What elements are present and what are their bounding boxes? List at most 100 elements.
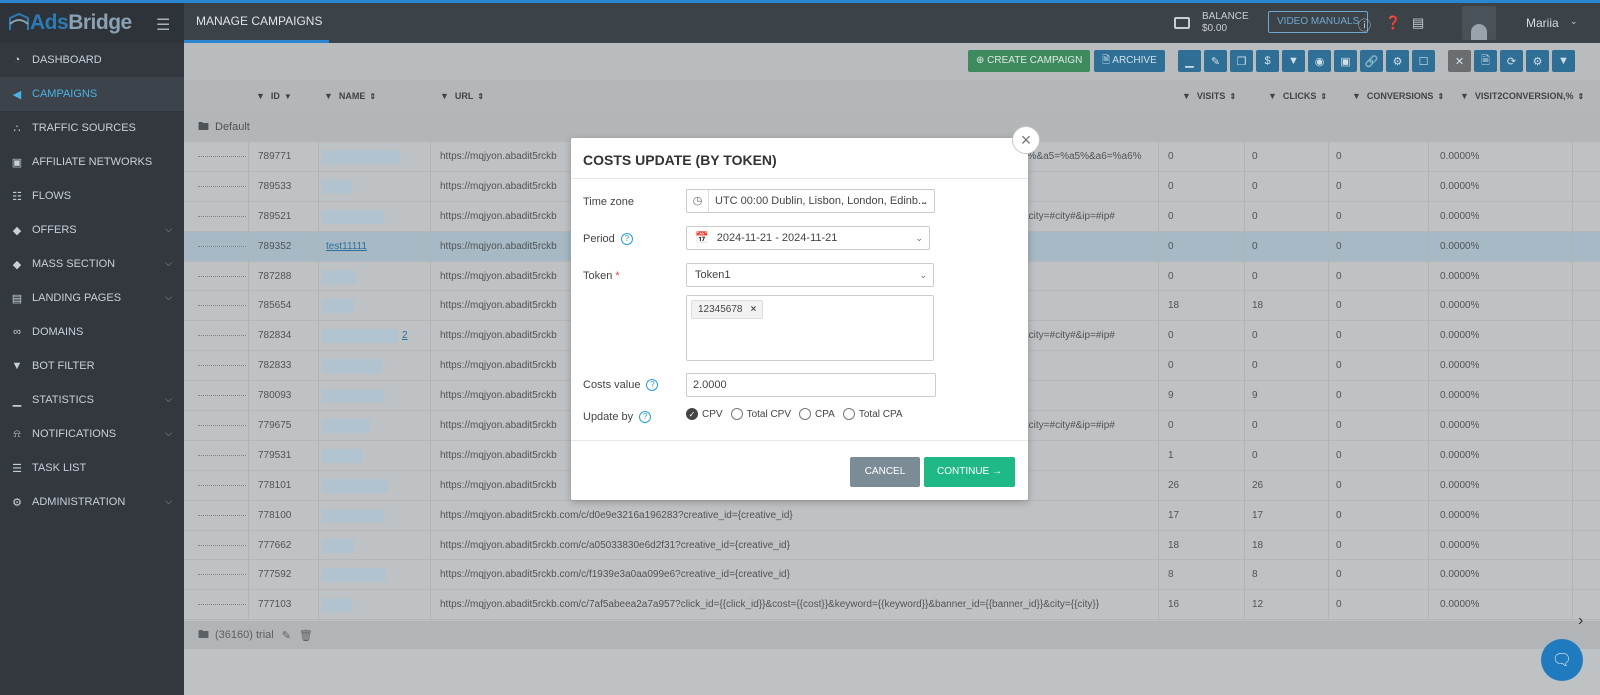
cell-divider — [1158, 411, 1159, 442]
col-url[interactable]: ▼ URL ⇕ — [440, 80, 484, 112]
cell-visits: 18 — [1168, 539, 1180, 551]
sort-icon[interactable]: ⇕ — [477, 92, 484, 101]
timezone-select[interactable]: ◷ UTC 00:00 Dublin, Lisbon, London, Edinb… — [686, 189, 935, 213]
chevron-down-icon[interactable]: ⌵ — [165, 224, 172, 235]
token-icon[interactable]: ⚙ — [1386, 50, 1409, 72]
help-icon[interactable]: ? — [639, 411, 652, 424]
link-icon[interactable]: 🔗 — [1360, 50, 1383, 72]
radio-cpv[interactable]: ✓ CPV — [686, 408, 723, 420]
sort-icon[interactable]: ▼ — [284, 92, 292, 101]
cost-update-icon[interactable]: $ — [1256, 50, 1279, 72]
sort-icon[interactable]: ⇕ — [369, 92, 376, 101]
group-footer-row[interactable]: 🖿 (36160) trial ✎ 🗑 — [184, 621, 1600, 649]
filter-icon[interactable]: ▼ — [1460, 91, 1469, 101]
chevron-down-icon[interactable]: ⌵ — [165, 394, 172, 405]
filter-icon[interactable]: ▼ — [1352, 91, 1361, 101]
table-row[interactable]: 778100 https://mqjyon.abadit5rckb.com/c/d… — [184, 500, 1600, 531]
gear-icon: ⚙ — [12, 496, 22, 509]
campaign-name-link[interactable]: test11111 — [326, 241, 367, 252]
chat-icon[interactable]: 🗨 — [1541, 639, 1583, 681]
period-picker[interactable]: 📅 2024-11-21 - 2024-11-21 ⌄ — [686, 226, 930, 250]
chevron-down-icon[interactable]: ⌵ — [165, 292, 172, 303]
video-manuals-button[interactable]: VIDEO MANUALS — [1268, 11, 1369, 33]
token-values-input[interactable]: 12345678 × — [686, 295, 934, 361]
chevron-down-icon[interactable]: ⌄ — [1570, 16, 1578, 27]
remove-icon[interactable]: × — [751, 304, 757, 315]
sidebar-item-statistics[interactable]: ▁ STATISTICS ⌵ — [0, 383, 184, 417]
filter-cost-icon[interactable]: ▼ — [1282, 50, 1305, 72]
col-clicks[interactable]: ▼ CLICKS ⇕ — [1268, 80, 1327, 112]
col-visit2conversion[interactable]: ▼ VISIT2CONVERSION,% ⇕ — [1460, 80, 1584, 112]
sidebar-item-landing-pages[interactable]: ▤ LANDING PAGES ⌵ — [0, 281, 184, 315]
continue-button[interactable]: CONTINUE → — [924, 457, 1015, 487]
sort-icon[interactable]: ⇕ — [1320, 92, 1327, 101]
sidebar-item-flows[interactable]: ☷ FLOWS — [0, 179, 184, 213]
chevron-down-icon[interactable]: ⌵ — [165, 428, 172, 439]
user-name[interactable]: Mariia — [1526, 16, 1559, 30]
costs-value-input[interactable]: 2.0000 — [686, 373, 936, 397]
filter-icon[interactable]: ▼ — [440, 91, 449, 101]
help-icon[interactable]: ? — [620, 233, 633, 246]
radio-total-cpa[interactable]: Total CPA — [842, 408, 903, 420]
radio-cpa[interactable]: CPA — [799, 408, 835, 420]
sidebar-item-traffic-sources[interactable]: ∴ TRAFFIC SOURCES — [0, 111, 184, 145]
sidebar-item-mass-section[interactable]: ◆ MASS SECTION ⌵ — [0, 247, 184, 281]
filter-icon[interactable]: ▼ — [1552, 50, 1575, 72]
col-conversions[interactable]: ▼ CONVERSIONS ⇕ — [1352, 80, 1444, 112]
help-icon[interactable]: ❓ — [1385, 15, 1401, 31]
table-row[interactable]: 777103 https://mqjyon.abadit5rckb.com/c/7… — [184, 590, 1600, 621]
token-select[interactable]: Token1 ⌄ — [686, 263, 934, 287]
avatar[interactable] — [1462, 6, 1496, 40]
id-card-icon[interactable]: ▤ — [1412, 15, 1424, 31]
refresh-icon[interactable]: ⟳ — [1500, 50, 1523, 72]
cell-divider — [1158, 470, 1159, 501]
export-icon[interactable]: 🗎 — [1474, 50, 1497, 72]
filter-icon[interactable]: ▼ — [1182, 91, 1191, 101]
cancel-button[interactable]: CANCEL — [850, 457, 920, 487]
col-name[interactable]: ▼ NAME ⇕ — [324, 80, 376, 112]
cell-visits: 17 — [1168, 509, 1180, 521]
sort-icon[interactable]: ⇕ — [1577, 92, 1584, 101]
close-icon[interactable]: × — [1012, 126, 1040, 154]
create-campaign-button[interactable]: ⊕ CREATE CAMPAIGN — [968, 50, 1091, 72]
copy-icon[interactable]: ❐ — [1230, 50, 1253, 72]
col-id[interactable]: ▼ ID ▼ — [256, 80, 292, 112]
campaign-name-link[interactable]: 2 — [402, 330, 408, 341]
chevron-down-icon[interactable]: ⌵ — [165, 258, 172, 269]
sidebar-item-notifications[interactable]: ⍾ NOTIFICATIONS ⌵ — [0, 417, 184, 451]
sidebar-item-affiliate-networks[interactable]: ▣ AFFILIATE NETWORKS — [0, 145, 184, 179]
sort-icon[interactable]: ⇕ — [1229, 92, 1236, 101]
sidebar-item-dashboard[interactable]: ◔ DASHBOARD — [0, 43, 184, 77]
radio-total-cpv[interactable]: Total CPV — [730, 408, 791, 420]
filter-icon[interactable]: ▼ — [256, 91, 265, 101]
chart-icon[interactable]: ▁ — [1178, 50, 1201, 72]
settings-icon[interactable]: ⚙ — [1526, 50, 1549, 72]
sort-icon[interactable]: ⇕ — [1437, 92, 1444, 101]
cell-conversions: 0 — [1336, 569, 1342, 581]
scroll-right-arrow-icon[interactable]: › — [1578, 612, 1583, 630]
report-icon[interactable]: ▣ — [1334, 50, 1357, 72]
filter-icon[interactable]: ▼ — [324, 91, 333, 101]
sidebar-item-bot-filter[interactable]: ▼ BOT FILTER — [0, 349, 184, 383]
note-icon[interactable]: ☐ — [1412, 50, 1435, 72]
table-row[interactable]: 777662 https://mqjyon.abadit5rckb.com/c/a… — [184, 530, 1600, 561]
sidebar-item-campaigns[interactable]: ◀ CAMPAIGNS — [0, 77, 184, 111]
chevron-down-icon[interactable]: ⌵ — [165, 496, 172, 507]
archive-button[interactable]: 🗎 ARCHIVE — [1094, 50, 1165, 72]
eye-icon[interactable]: ◉ — [1308, 50, 1331, 72]
sidebar-item-offers[interactable]: ◆ OFFERS ⌵ — [0, 213, 184, 247]
cell-url-tail: &city=#city#&ip=#ip# — [1022, 210, 1115, 222]
edit-icon[interactable]: ✎ — [1204, 50, 1227, 72]
sidebar-item-task-list[interactable]: ☰ TASK LIST — [0, 451, 184, 485]
clear-icon[interactable]: ✕ — [1448, 50, 1471, 72]
edit-icon[interactable]: ✎ — [282, 629, 291, 642]
hamburger-menu-icon[interactable]: ☰ — [156, 15, 170, 35]
col-visits[interactable]: ▼ VISITS ⇕ — [1182, 80, 1236, 112]
help-icon[interactable]: ? — [646, 379, 659, 392]
table-row[interactable]: 777592 https://mqjyon.abadit5rckb.com/c/f… — [184, 560, 1600, 591]
trash-icon[interactable]: 🗑 — [299, 629, 313, 642]
sidebar-item-domains[interactable]: ∞ DOMAINS — [0, 315, 184, 349]
info-icon[interactable]: ⓘ — [1358, 15, 1371, 34]
filter-icon[interactable]: ▼ — [1268, 91, 1277, 101]
sidebar-item-administration[interactable]: ⚙ ADMINISTRATION ⌵ — [0, 485, 184, 519]
